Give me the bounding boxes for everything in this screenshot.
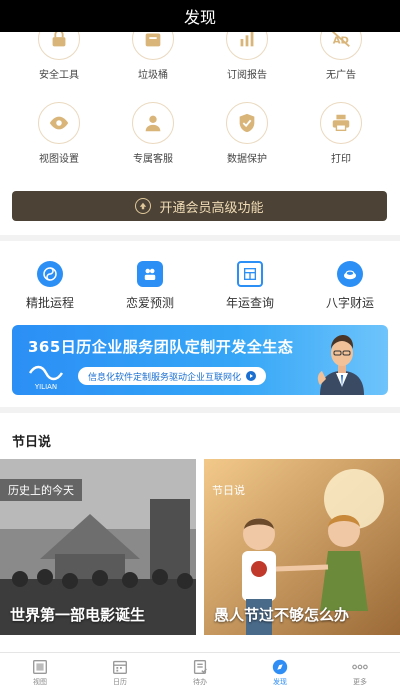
tab-label: 视图 (33, 678, 47, 686)
businessman-illustration (314, 329, 370, 395)
arrow-up-icon (135, 198, 152, 214)
tab-discover[interactable]: 发现 (240, 653, 320, 688)
fortune-icon (37, 261, 63, 287)
tool-fortune[interactable]: 精批运程 (5, 261, 95, 311)
vip-features-panel: 安全工具 垃圾桶 订阅报告 AD 无广告 视图设置 专属客服 数据保护 打印 开… (0, 32, 400, 235)
tab-todo[interactable]: 待办 (160, 653, 240, 688)
vip-item-dedicated-support[interactable]: 专属客服 (108, 102, 198, 165)
tab-calendar[interactable]: 日历 (80, 653, 160, 688)
year-icon (237, 261, 263, 287)
vip-item-no-ads[interactable]: AD 无广告 (296, 32, 386, 81)
vip-item-data-protection[interactable]: 数据保护 (202, 102, 292, 165)
vip-item-subscription-report[interactable]: 订阅报告 (202, 32, 292, 81)
tool-label: 精批运程 (25, 296, 74, 310)
vip-row-1: 安全工具 垃圾桶 订阅报告 AD 无广告 (0, 32, 400, 81)
no-ads-icon: AD (320, 32, 362, 60)
vip-item-label: 订阅报告 (227, 70, 267, 81)
printer-icon (320, 102, 362, 144)
activate-vip-button[interactable]: 开通会员高级功能 (12, 191, 387, 221)
vip-item-view-settings[interactable]: 视图设置 (14, 102, 104, 165)
vip-item-label: 无广告 (326, 70, 356, 81)
fortune-tools-panel: 精批运程 恋爱预测 年运查询 八字财运 365日历企业服务团队定制开发全生态 Y… (0, 241, 400, 407)
enterprise-service-banner[interactable]: 365日历企业服务团队定制开发全生态 YILIAN 信息化软件定制服务驱动企业互… (12, 325, 388, 395)
bottom-tab-bar: 视图 日历 待办 发现 更多 (0, 652, 400, 688)
banner-subtitle: 信息化软件定制服务驱动企业互联网化 (88, 372, 242, 383)
card-tag: 节日说 (212, 484, 245, 497)
vip-item-label: 安全工具 (39, 70, 79, 81)
vip-item-label: 视图设置 (39, 154, 79, 165)
banner-title: 365日历企业服务团队定制开发全生态 (28, 338, 294, 356)
tool-love-prediction[interactable]: 恋爱预测 (105, 261, 195, 311)
festival-card-april-fools[interactable]: 节日说 愚人节过不够怎么办 (204, 459, 400, 635)
vip-item-print[interactable]: 打印 (296, 102, 386, 165)
more-icon (352, 664, 368, 670)
chart-icon (226, 32, 268, 60)
eye-icon (38, 102, 80, 144)
festival-talk-panel: 节日说 历史上的今天 世界第一部电影诞生 节日说 愚人节过不够怎么办 (0, 413, 400, 653)
vip-item-label: 专属客服 (133, 154, 173, 165)
wealth-icon (337, 261, 363, 287)
calendar-icon (113, 660, 127, 674)
page-title: 发现 (0, 0, 400, 32)
activate-vip-label: 开通会员高级功能 (159, 200, 264, 216)
vip-item-label: 垃圾桶 (138, 70, 168, 81)
tab-label: 发现 (273, 678, 287, 686)
play-arrow-icon (246, 371, 257, 381)
love-icon (137, 261, 163, 287)
vip-item-label: 数据保护 (227, 154, 267, 165)
tool-label: 恋爱预测 (125, 296, 174, 310)
tool-label: 八字财运 (325, 296, 374, 310)
section-title: 节日说 (12, 435, 52, 450)
discover-screen: 发现 安全工具 垃圾桶 订阅报告 AD 无广告 视图设置 专属客服 数据保护 打… (0, 0, 400, 688)
view-icon (33, 660, 47, 674)
tool-label: 年运查询 (225, 296, 274, 310)
tool-yearly-luck[interactable]: 年运查询 (205, 261, 295, 311)
tool-bazi-wealth[interactable]: 八字财运 (305, 261, 395, 311)
tab-view[interactable]: 视图 (0, 653, 80, 688)
tab-more[interactable]: 更多 (320, 653, 400, 688)
vip-item-security-tools[interactable]: 安全工具 (14, 32, 104, 81)
festival-card-history[interactable]: 历史上的今天 世界第一部电影诞生 (0, 459, 196, 635)
card-caption: 愚人节过不够怎么办 (214, 606, 350, 624)
banner-subtitle-pill: 信息化软件定制服务驱动企业互联网化 (78, 367, 267, 385)
vip-row-2: 视图设置 专属客服 数据保护 打印 (0, 102, 400, 165)
tab-label: 日历 (113, 678, 127, 686)
support-icon (132, 102, 174, 144)
tab-label: 更多 (353, 678, 367, 686)
banner-logo-text: YILIAN (34, 383, 58, 391)
card-caption: 世界第一部电影诞生 (10, 606, 146, 624)
vip-item-label: 打印 (331, 154, 351, 165)
tab-label: 待办 (193, 678, 207, 686)
card-tag: 历史上的今天 (0, 479, 82, 501)
lock-icon (38, 32, 80, 60)
shield-icon (226, 102, 268, 144)
banner-logo: YILIAN (24, 363, 68, 391)
vip-item-trash[interactable]: 垃圾桶 (108, 32, 198, 81)
discover-icon (272, 659, 288, 675)
trash-icon (132, 32, 174, 60)
todo-icon (193, 660, 207, 674)
